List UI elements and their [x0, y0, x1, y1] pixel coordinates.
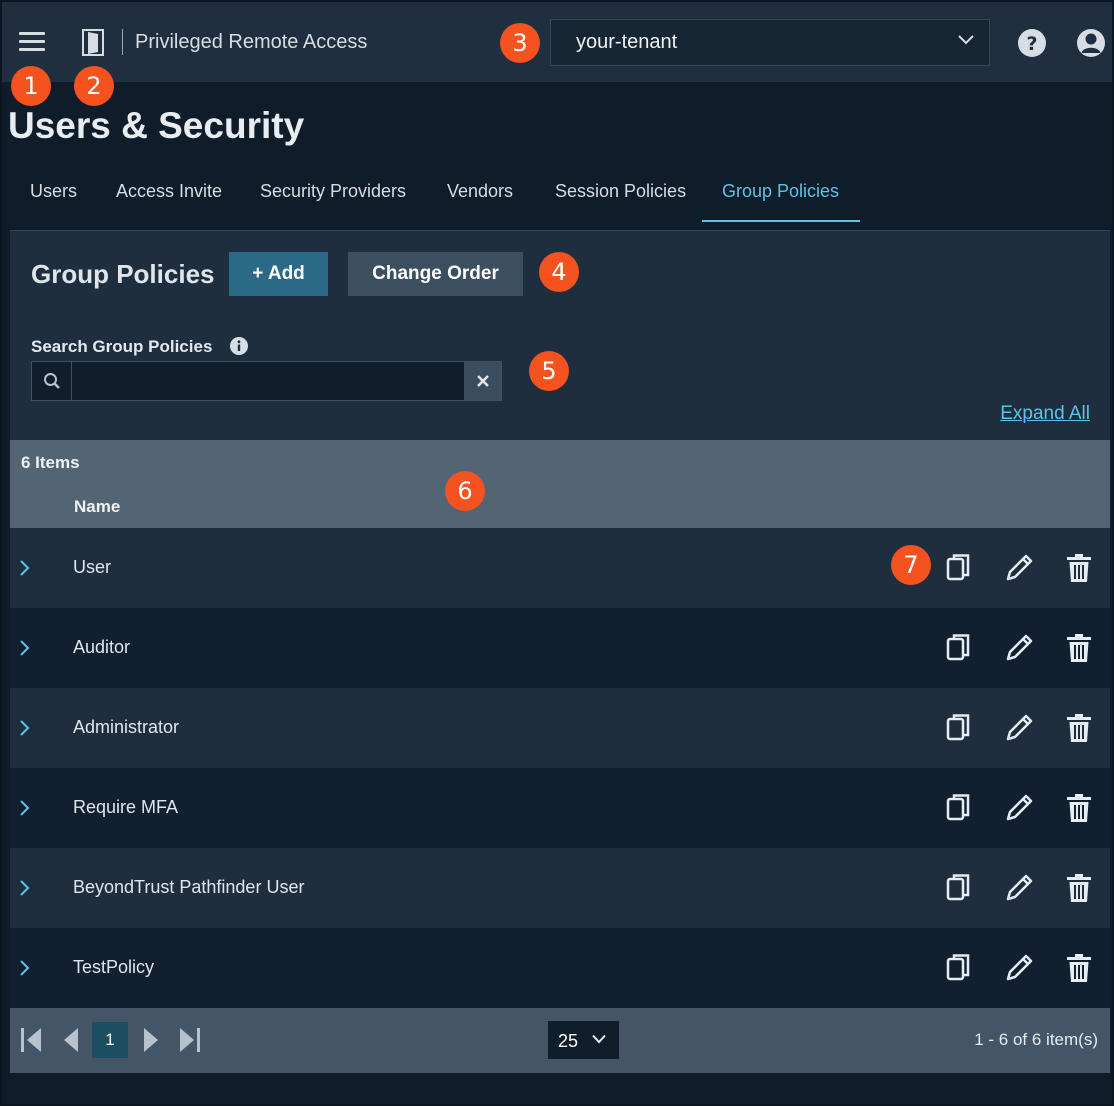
- tab-group-policies[interactable]: Group Policies: [702, 170, 860, 222]
- title-separator: [122, 29, 123, 55]
- clear-search-button[interactable]: [464, 362, 501, 400]
- trash-icon[interactable]: [1064, 792, 1094, 824]
- last-page-icon[interactable]: [176, 1026, 202, 1054]
- table-row: Require MFA: [10, 768, 1110, 848]
- tab-users[interactable]: Users: [30, 170, 77, 222]
- chevron-right-icon[interactable]: [19, 959, 31, 977]
- info-icon[interactable]: [229, 336, 249, 356]
- first-page-icon[interactable]: [19, 1026, 45, 1054]
- tab-session-policies[interactable]: Session Policies: [555, 170, 686, 222]
- trash-icon[interactable]: [1064, 872, 1094, 904]
- copy-icon[interactable]: [944, 552, 974, 584]
- tab-bar: Users Access Invite Security Providers V…: [10, 170, 1110, 222]
- current-page-button[interactable]: 1: [92, 1022, 128, 1058]
- tenant-select-value: your-tenant: [576, 31, 678, 53]
- copy-icon[interactable]: [944, 872, 974, 904]
- chevron-right-icon[interactable]: [19, 879, 31, 897]
- callout-badge: 1: [11, 66, 51, 106]
- search-label: Search Group Policies: [31, 337, 213, 356]
- grid-header: 6 Items Name: [10, 440, 1110, 528]
- chevron-down-icon: [958, 35, 974, 45]
- chevron-right-icon[interactable]: [19, 719, 31, 737]
- copy-icon[interactable]: [944, 632, 974, 664]
- add-button[interactable]: + Add: [229, 252, 328, 296]
- trash-icon[interactable]: [1064, 712, 1094, 744]
- row-name: BeyondTrust Pathfinder User: [73, 877, 305, 897]
- door-icon: [82, 29, 104, 56]
- grid-rows: User Auditor Administrator Require MFA B…: [10, 528, 1110, 1008]
- pager: 1 25 1 - 6 of 6 item(s): [10, 1008, 1110, 1073]
- row-name: TestPolicy: [73, 957, 155, 977]
- chevron-down-icon: [592, 1034, 606, 1044]
- chevron-right-icon[interactable]: [19, 559, 31, 577]
- user-icon[interactable]: [1076, 28, 1106, 58]
- tab-vendors[interactable]: Vendors: [447, 170, 513, 222]
- pencil-icon[interactable]: [1004, 632, 1034, 664]
- copy-icon[interactable]: [944, 712, 974, 744]
- top-bar: Privileged Remote Access your-tenant ?: [2, 2, 1112, 82]
- pencil-icon[interactable]: [1004, 552, 1034, 584]
- pencil-icon[interactable]: [1004, 872, 1034, 904]
- tab-security-providers[interactable]: Security Providers: [260, 170, 406, 222]
- search-button[interactable]: [32, 362, 72, 400]
- svg-text:?: ?: [1026, 33, 1037, 55]
- menu-icon[interactable]: [19, 32, 45, 52]
- callout-badge: 2: [74, 66, 114, 106]
- pager-info: 1 - 6 of 6 item(s): [974, 1030, 1098, 1049]
- trash-icon[interactable]: [1064, 952, 1094, 984]
- row-name: Administrator: [73, 717, 180, 737]
- callout-badge: 4: [539, 252, 579, 292]
- items-count: 6 Items: [21, 453, 80, 472]
- pencil-icon[interactable]: [1004, 792, 1034, 824]
- section-title: Group Policies: [31, 259, 215, 289]
- callout-badge: 7: [891, 545, 931, 585]
- trash-icon[interactable]: [1064, 632, 1094, 664]
- trash-icon[interactable]: [1064, 552, 1094, 584]
- column-header-name[interactable]: Name: [74, 497, 120, 517]
- help-icon[interactable]: ?: [1017, 28, 1047, 58]
- page-size-value: 25: [558, 1031, 579, 1051]
- chevron-right-icon[interactable]: [19, 799, 31, 817]
- table-row: User: [10, 528, 1110, 608]
- expand-all-link[interactable]: Expand All: [1000, 403, 1090, 425]
- row-name: User: [73, 557, 112, 577]
- callout-badge: 5: [529, 351, 569, 391]
- table-row: Auditor: [10, 608, 1110, 688]
- search-box: [31, 361, 502, 401]
- search-input[interactable]: [73, 362, 465, 400]
- previous-page-icon[interactable]: [58, 1026, 84, 1054]
- table-row: BeyondTrust Pathfinder User: [10, 848, 1110, 928]
- page-title: Users & Security: [8, 105, 305, 146]
- app-window: Privileged Remote Access your-tenant ? 1…: [0, 0, 1114, 1106]
- callout-badge: 6: [445, 471, 485, 511]
- callout-badge: 3: [500, 23, 540, 63]
- tenant-select[interactable]: your-tenant: [550, 19, 990, 66]
- pencil-icon[interactable]: [1004, 712, 1034, 744]
- next-page-icon[interactable]: [138, 1026, 164, 1054]
- change-order-button[interactable]: Change Order: [348, 252, 523, 296]
- copy-icon[interactable]: [944, 792, 974, 824]
- search-icon: [43, 373, 60, 389]
- page-size-select[interactable]: 25: [548, 1021, 619, 1059]
- row-name: Require MFA: [73, 797, 179, 817]
- table-row: Administrator: [10, 688, 1110, 768]
- copy-icon[interactable]: [944, 952, 974, 984]
- table-row: TestPolicy: [10, 928, 1110, 1008]
- chevron-right-icon[interactable]: [19, 639, 31, 657]
- close-icon: [476, 375, 489, 387]
- app-title: Privileged Remote Access: [135, 31, 368, 53]
- row-name: Auditor: [73, 637, 131, 657]
- tab-access-invite[interactable]: Access Invite: [116, 170, 222, 222]
- pencil-icon[interactable]: [1004, 952, 1034, 984]
